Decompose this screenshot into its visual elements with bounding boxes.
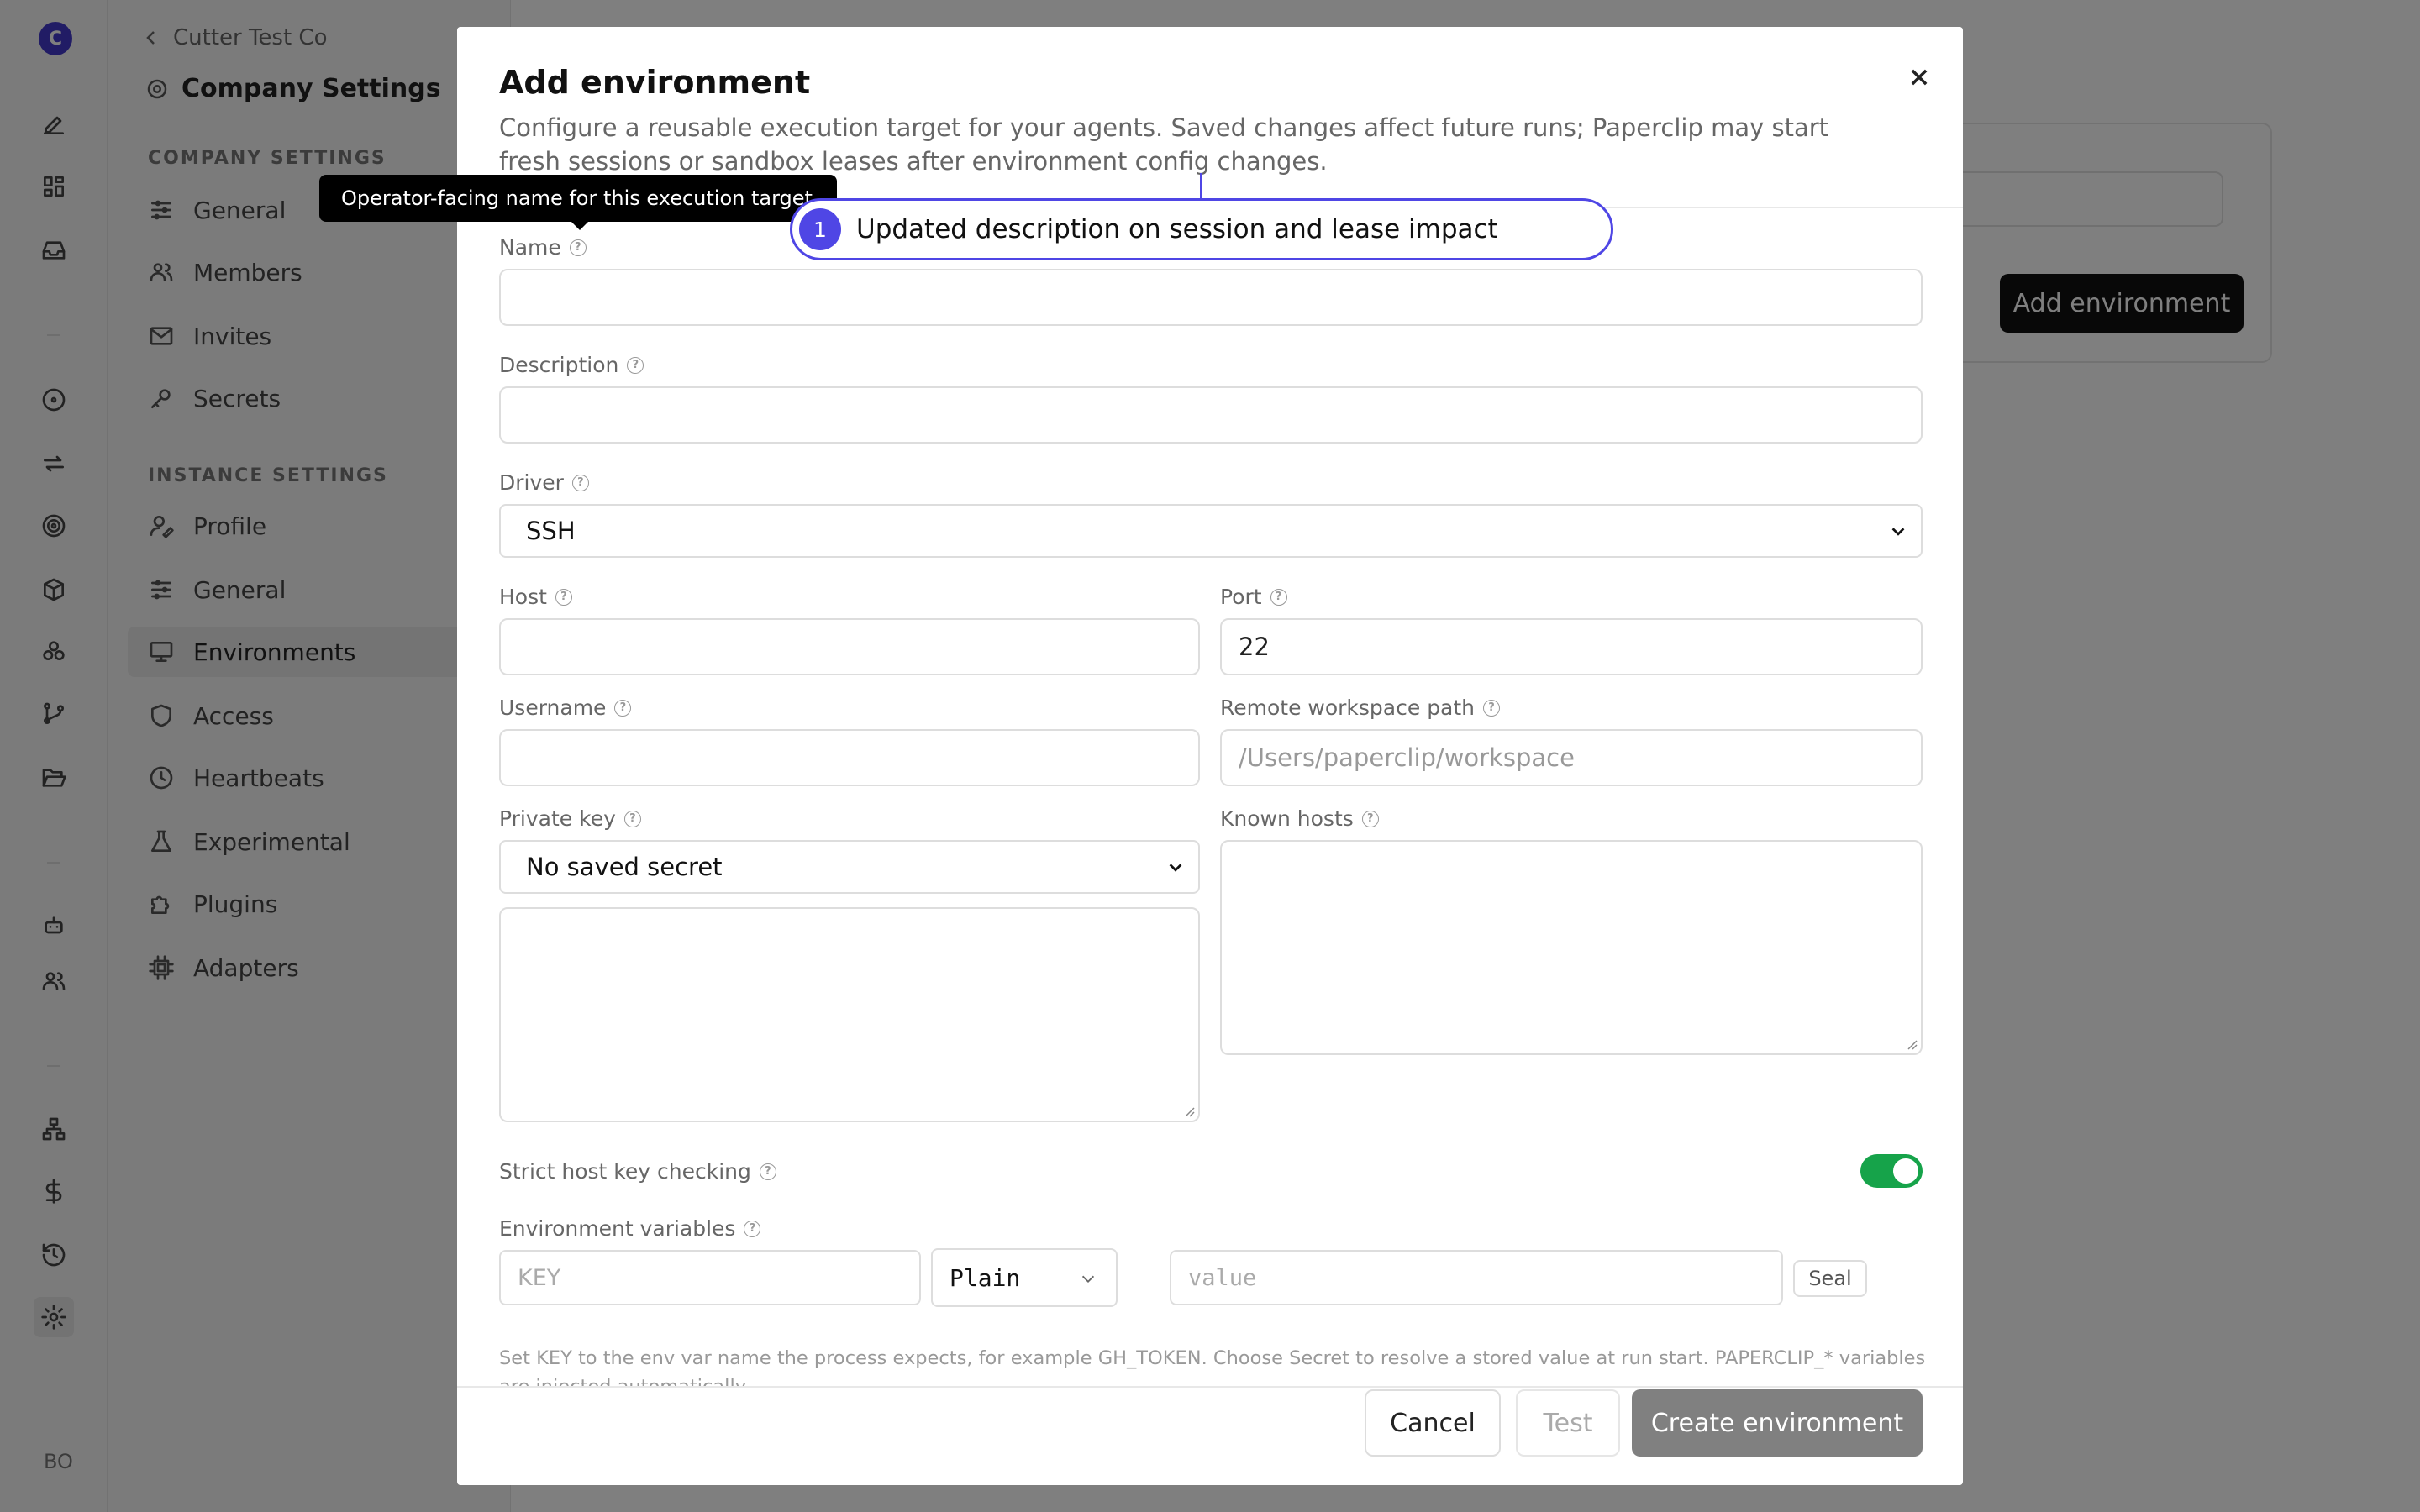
name-label-text: Name	[499, 235, 561, 260]
env-vars-label: Environment variables?	[499, 1216, 761, 1241]
help-icon[interactable]: ?	[555, 588, 572, 606]
host-label: Host?	[499, 585, 572, 609]
help-icon[interactable]: ?	[1361, 810, 1379, 827]
description-input[interactable]	[499, 386, 1923, 444]
driver-label-text: Driver	[499, 470, 564, 495]
private-key-label: Private key?	[499, 806, 641, 831]
remote-path-input[interactable]: /Users/paperclip/workspace	[1220, 729, 1923, 786]
env-type-select-value: Plain	[950, 1263, 1021, 1292]
annotation-text: Updated description on session and lease…	[856, 214, 1498, 244]
cancel-button[interactable]: Cancel	[1365, 1389, 1501, 1457]
annotation-connector	[1200, 173, 1202, 198]
annotation-number-badge: 1	[799, 208, 841, 250]
driver-select[interactable]: SSH	[499, 504, 1923, 558]
close-icon	[1907, 66, 1931, 89]
help-icon[interactable]: ?	[623, 810, 641, 827]
name-help-tooltip: Operator-facing name for this execution …	[319, 175, 837, 230]
chevron-down-icon	[1889, 522, 1907, 541]
help-icon[interactable]: ?	[1483, 699, 1501, 717]
resize-grip-icon[interactable]	[1906, 1038, 1918, 1050]
help-icon[interactable]: ?	[614, 699, 632, 717]
strict-host-key-label: Strict host key checking?	[499, 1159, 776, 1184]
known-hosts-label: Known hosts?	[1220, 806, 1379, 831]
username-label: Username?	[499, 696, 632, 720]
seal-button[interactable]: Seal	[1793, 1260, 1867, 1297]
env-vars-hint: Set KEY to the env var name the process …	[499, 1347, 1926, 1388]
strict-host-key-toggle[interactable]	[1860, 1154, 1923, 1188]
help-icon[interactable]: ?	[744, 1220, 761, 1237]
description-label-text: Description	[499, 353, 619, 377]
host-input[interactable]	[499, 618, 1200, 675]
username-input[interactable]	[499, 729, 1200, 786]
close-button[interactable]	[1899, 57, 1939, 97]
remote-path-label-text: Remote workspace path	[1220, 696, 1476, 720]
create-environment-button[interactable]: Create environment	[1632, 1389, 1923, 1457]
dialog-description: Configure a reusable execution target fo…	[499, 113, 1829, 176]
chevron-down-icon	[1166, 858, 1185, 877]
strict-host-key-label-text: Strict host key checking	[499, 1159, 751, 1184]
help-icon[interactable]: ?	[759, 1163, 776, 1180]
env-vars-label-text: Environment variables	[499, 1216, 736, 1241]
private-key-select-value: No saved secret	[526, 853, 723, 881]
known-hosts-textarea[interactable]	[1220, 840, 1923, 1055]
name-label: Name?	[499, 235, 587, 260]
remote-path-label: Remote workspace path?	[1220, 696, 1501, 720]
description-label: Description?	[499, 353, 644, 377]
help-icon[interactable]: ?	[627, 356, 644, 374]
dialog-title: Add environment	[499, 64, 811, 101]
name-input[interactable]	[499, 269, 1923, 326]
driver-label: Driver?	[499, 470, 589, 495]
port-input[interactable]: 22	[1220, 618, 1923, 675]
resize-grip-icon[interactable]	[1183, 1105, 1195, 1117]
username-label-text: Username	[499, 696, 607, 720]
driver-select-value: SSH	[526, 517, 576, 545]
host-label-text: Host	[499, 585, 547, 609]
help-icon[interactable]: ?	[571, 474, 589, 491]
env-key-input[interactable]: KEY	[499, 1250, 921, 1305]
private-key-select[interactable]: No saved secret	[499, 840, 1200, 894]
annotation-callout: 1 Updated description on session and lea…	[790, 198, 1613, 260]
private-key-label-text: Private key	[499, 806, 616, 831]
env-type-select[interactable]: Plain	[931, 1248, 1118, 1307]
private-key-textarea[interactable]	[499, 907, 1200, 1122]
known-hosts-label-text: Known hosts	[1220, 806, 1354, 831]
help-icon[interactable]: ?	[1270, 588, 1287, 606]
chevron-down-icon	[1081, 1275, 1095, 1284]
port-label-text: Port	[1220, 585, 1262, 609]
help-icon[interactable]: ?	[569, 239, 587, 256]
env-value-input[interactable]: value	[1170, 1250, 1783, 1305]
footer-divider	[457, 1386, 1963, 1388]
test-button[interactable]: Test	[1516, 1389, 1620, 1457]
port-label: Port?	[1220, 585, 1287, 609]
